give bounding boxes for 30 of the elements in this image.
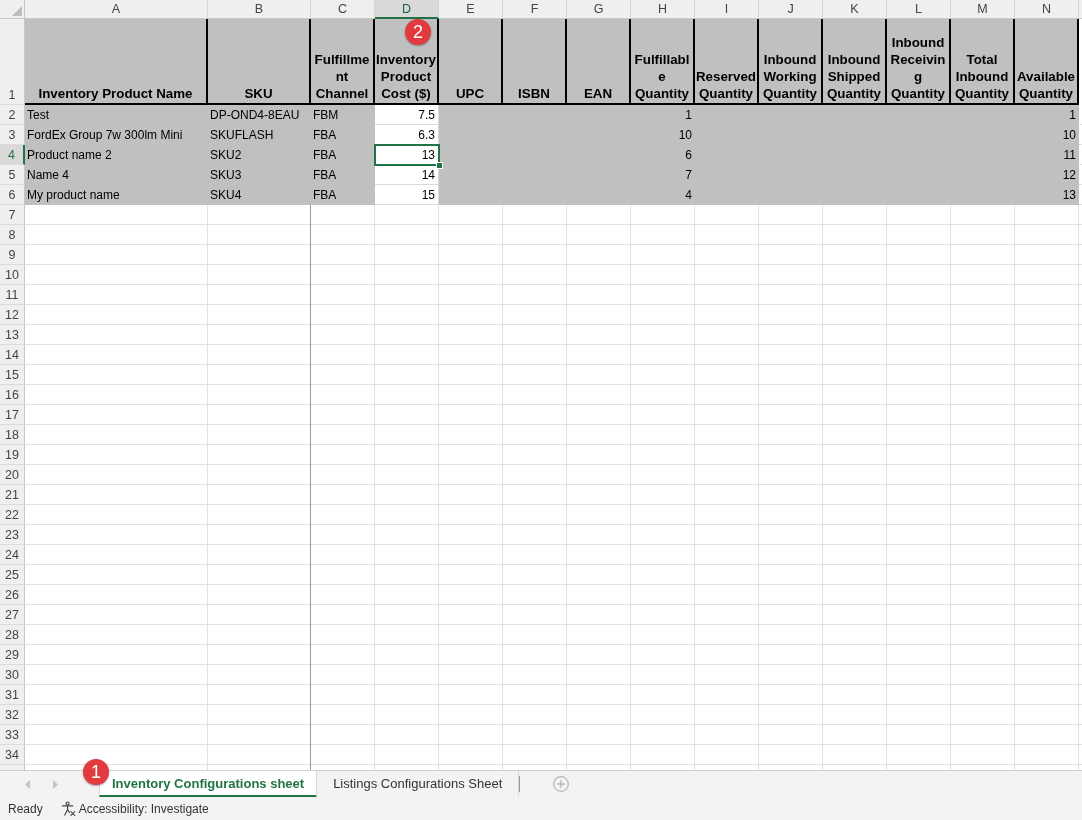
header-cell: Inbound Shipped Quantity bbox=[823, 19, 887, 105]
column-header[interactable]: D bbox=[375, 0, 439, 19]
header-cell: Total Inbound Quantity bbox=[951, 19, 1015, 105]
header-cell: Available Quantity bbox=[1015, 19, 1079, 105]
fill-handle[interactable] bbox=[436, 162, 443, 169]
accessibility-icon bbox=[60, 801, 76, 816]
corner-triangle-icon[interactable] bbox=[12, 6, 22, 16]
header-cell: SKU bbox=[208, 19, 311, 105]
table-cell: 15 bbox=[375, 185, 439, 205]
header-cell: Fulfillable Quantity bbox=[631, 19, 695, 105]
table-cell: 6.3 bbox=[375, 125, 439, 145]
header-cell: Reserved Quantity bbox=[695, 19, 759, 105]
header-cell: UPC bbox=[439, 19, 503, 105]
row-header[interactable]: 4 bbox=[0, 145, 25, 165]
caret-left-icon[interactable] bbox=[25, 779, 30, 789]
plus-icon[interactable] bbox=[553, 776, 570, 792]
header-cell: Inventory Product Name bbox=[25, 19, 208, 105]
header-cell: EAN bbox=[567, 19, 631, 105]
table-cell[interactable]: 13 bbox=[375, 145, 439, 165]
table-cell: FBA bbox=[311, 145, 375, 165]
caret-right-icon[interactable] bbox=[53, 779, 58, 789]
header-cell: Fulfillment Channel bbox=[311, 19, 375, 105]
status-text: Ready bbox=[8, 801, 43, 816]
sheet-tab[interactable]: Inventory Configurations sheet bbox=[99, 771, 318, 797]
header-cell: ISBN bbox=[503, 19, 567, 105]
accessibility-button[interactable]: Accessibility: Investigate bbox=[60, 801, 209, 816]
table-cell: 7.5 bbox=[375, 105, 439, 125]
header-cell: Inbound Working Quantity bbox=[759, 19, 823, 105]
header-cell: Inbound Receiving Quantity bbox=[887, 19, 951, 105]
table-cell: 14 bbox=[375, 165, 439, 185]
